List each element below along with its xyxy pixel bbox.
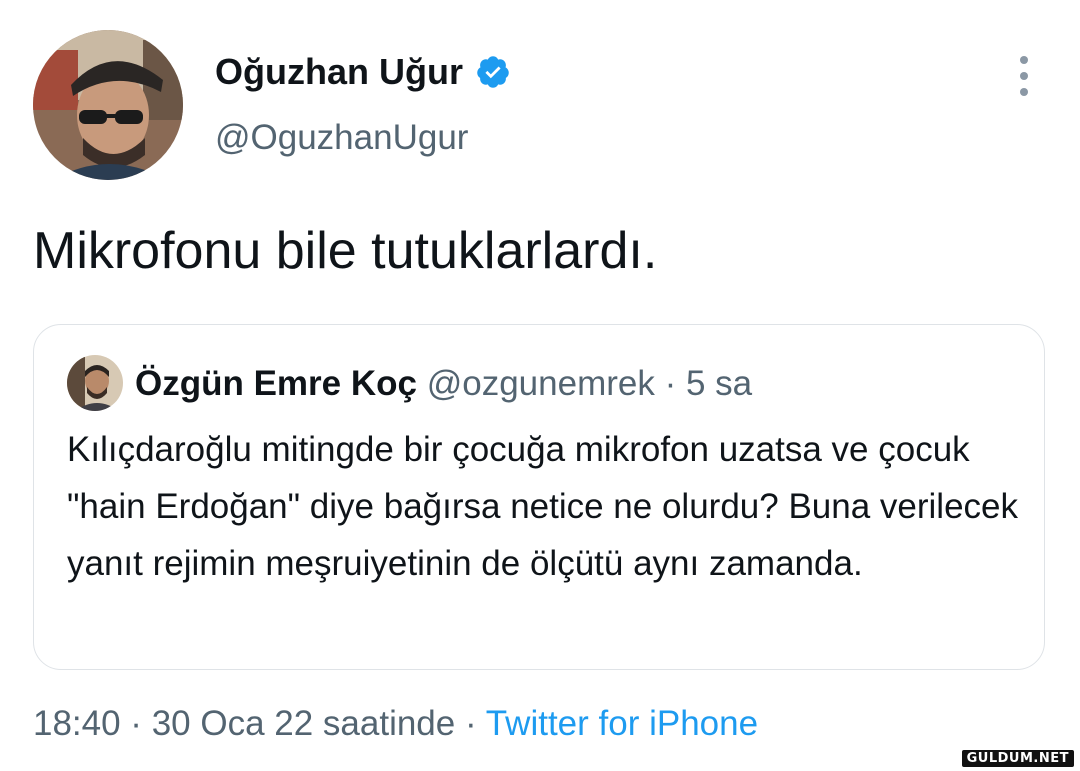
more-vertical-icon[interactable] (1012, 56, 1036, 96)
more-dot (1020, 72, 1028, 80)
quoted-author-display-name[interactable]: Özgün Emre Koç (135, 364, 417, 403)
author-display-name-row[interactable]: Oğuzhan Uğur (215, 50, 511, 94)
quoted-author-handle[interactable]: @ozgunemrek (427, 364, 655, 403)
quoted-tweet-card[interactable]: Özgün Emre Koç @ozgunemrek · 5 sa Kılıçd… (33, 324, 1045, 670)
watermark: GULDUM.NET (961, 750, 1074, 767)
quoted-tweet-age[interactable]: 5 sa (686, 364, 752, 403)
verified-badge-icon (475, 54, 511, 90)
author-avatar[interactable] (33, 30, 183, 180)
quoted-tweet-text: Kılıçdaroğlu mitingde bir çocuğa mikrofo… (67, 430, 1019, 583)
quoted-tweet-header: Özgün Emre Koç @ozgunemrek · 5 sa (135, 361, 752, 407)
quoted-author-avatar[interactable] (67, 355, 123, 411)
tweet-text: Mikrofonu bile tutuklarlardı. (33, 222, 658, 280)
footer-separator: · (455, 704, 486, 743)
tweet-footer: 18:40 · 30 Oca 22 saatinde · Twitter for… (33, 700, 758, 748)
author-display-name[interactable]: Oğuzhan Uğur (215, 50, 463, 94)
author-handle[interactable]: @OguzhanUgur (215, 116, 468, 160)
quoted-meta-separator: · (654, 364, 686, 403)
tweet-source-link[interactable]: Twitter for iPhone (486, 704, 758, 743)
more-dot (1020, 88, 1028, 96)
more-dot (1020, 56, 1028, 64)
tweet-timestamp[interactable]: 18:40 · 30 Oca 22 saatinde (33, 704, 455, 743)
